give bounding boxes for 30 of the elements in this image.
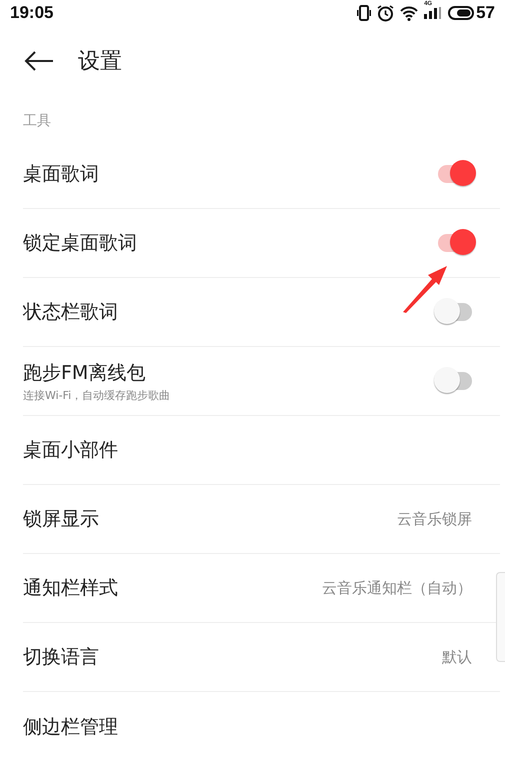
setting-label: 状态栏歌词 xyxy=(23,300,118,325)
setting-label: 锁定桌面歌词 xyxy=(23,231,137,256)
setting-value: 云音乐锁屏 xyxy=(397,510,472,528)
setting-value: 默认 xyxy=(442,648,472,666)
setting-description: 连接Wi-Fi，自动缓存跑步歌曲 xyxy=(23,388,170,402)
setting-label: 桌面歌词 xyxy=(23,162,99,187)
signal-icon xyxy=(424,7,442,19)
setting-label: 侧边栏管理 xyxy=(23,714,118,740)
vibrate-icon xyxy=(357,5,372,21)
settings-row[interactable]: 锁定桌面歌词 xyxy=(23,209,500,278)
battery-level: 57 xyxy=(476,3,495,23)
back-arrow-icon[interactable] xyxy=(24,51,54,71)
clock-time: 19:05 xyxy=(10,3,54,23)
setting-label: 跑步FM离线包 xyxy=(23,360,146,386)
alarm-icon xyxy=(377,4,394,22)
pointer-arrow-annotation xyxy=(402,265,448,313)
settings-row[interactable]: 桌面歌词 xyxy=(23,140,500,209)
wifi-icon xyxy=(400,6,418,20)
setting-label: 通知栏样式 xyxy=(23,576,118,601)
settings-row[interactable]: 侧边栏管理 xyxy=(23,692,500,759)
setting-label: 桌面小部件 xyxy=(23,438,118,463)
settings-row[interactable]: 锁屏显示 云音乐锁屏 xyxy=(23,485,500,554)
setting-label: 切换语言 xyxy=(23,645,99,670)
battery-icon xyxy=(448,6,474,20)
setting-label: 锁屏显示 xyxy=(23,507,99,532)
setting-value: 云音乐通知栏（自动） xyxy=(322,578,472,598)
settings-row[interactable]: 桌面小部件 xyxy=(23,416,500,485)
settings-row[interactable]: 跑步FM离线包 连接Wi-Fi，自动缓存跑步歌曲 xyxy=(23,347,500,416)
page-title: 设置 xyxy=(78,48,122,76)
section-header: 工具 xyxy=(22,112,51,131)
